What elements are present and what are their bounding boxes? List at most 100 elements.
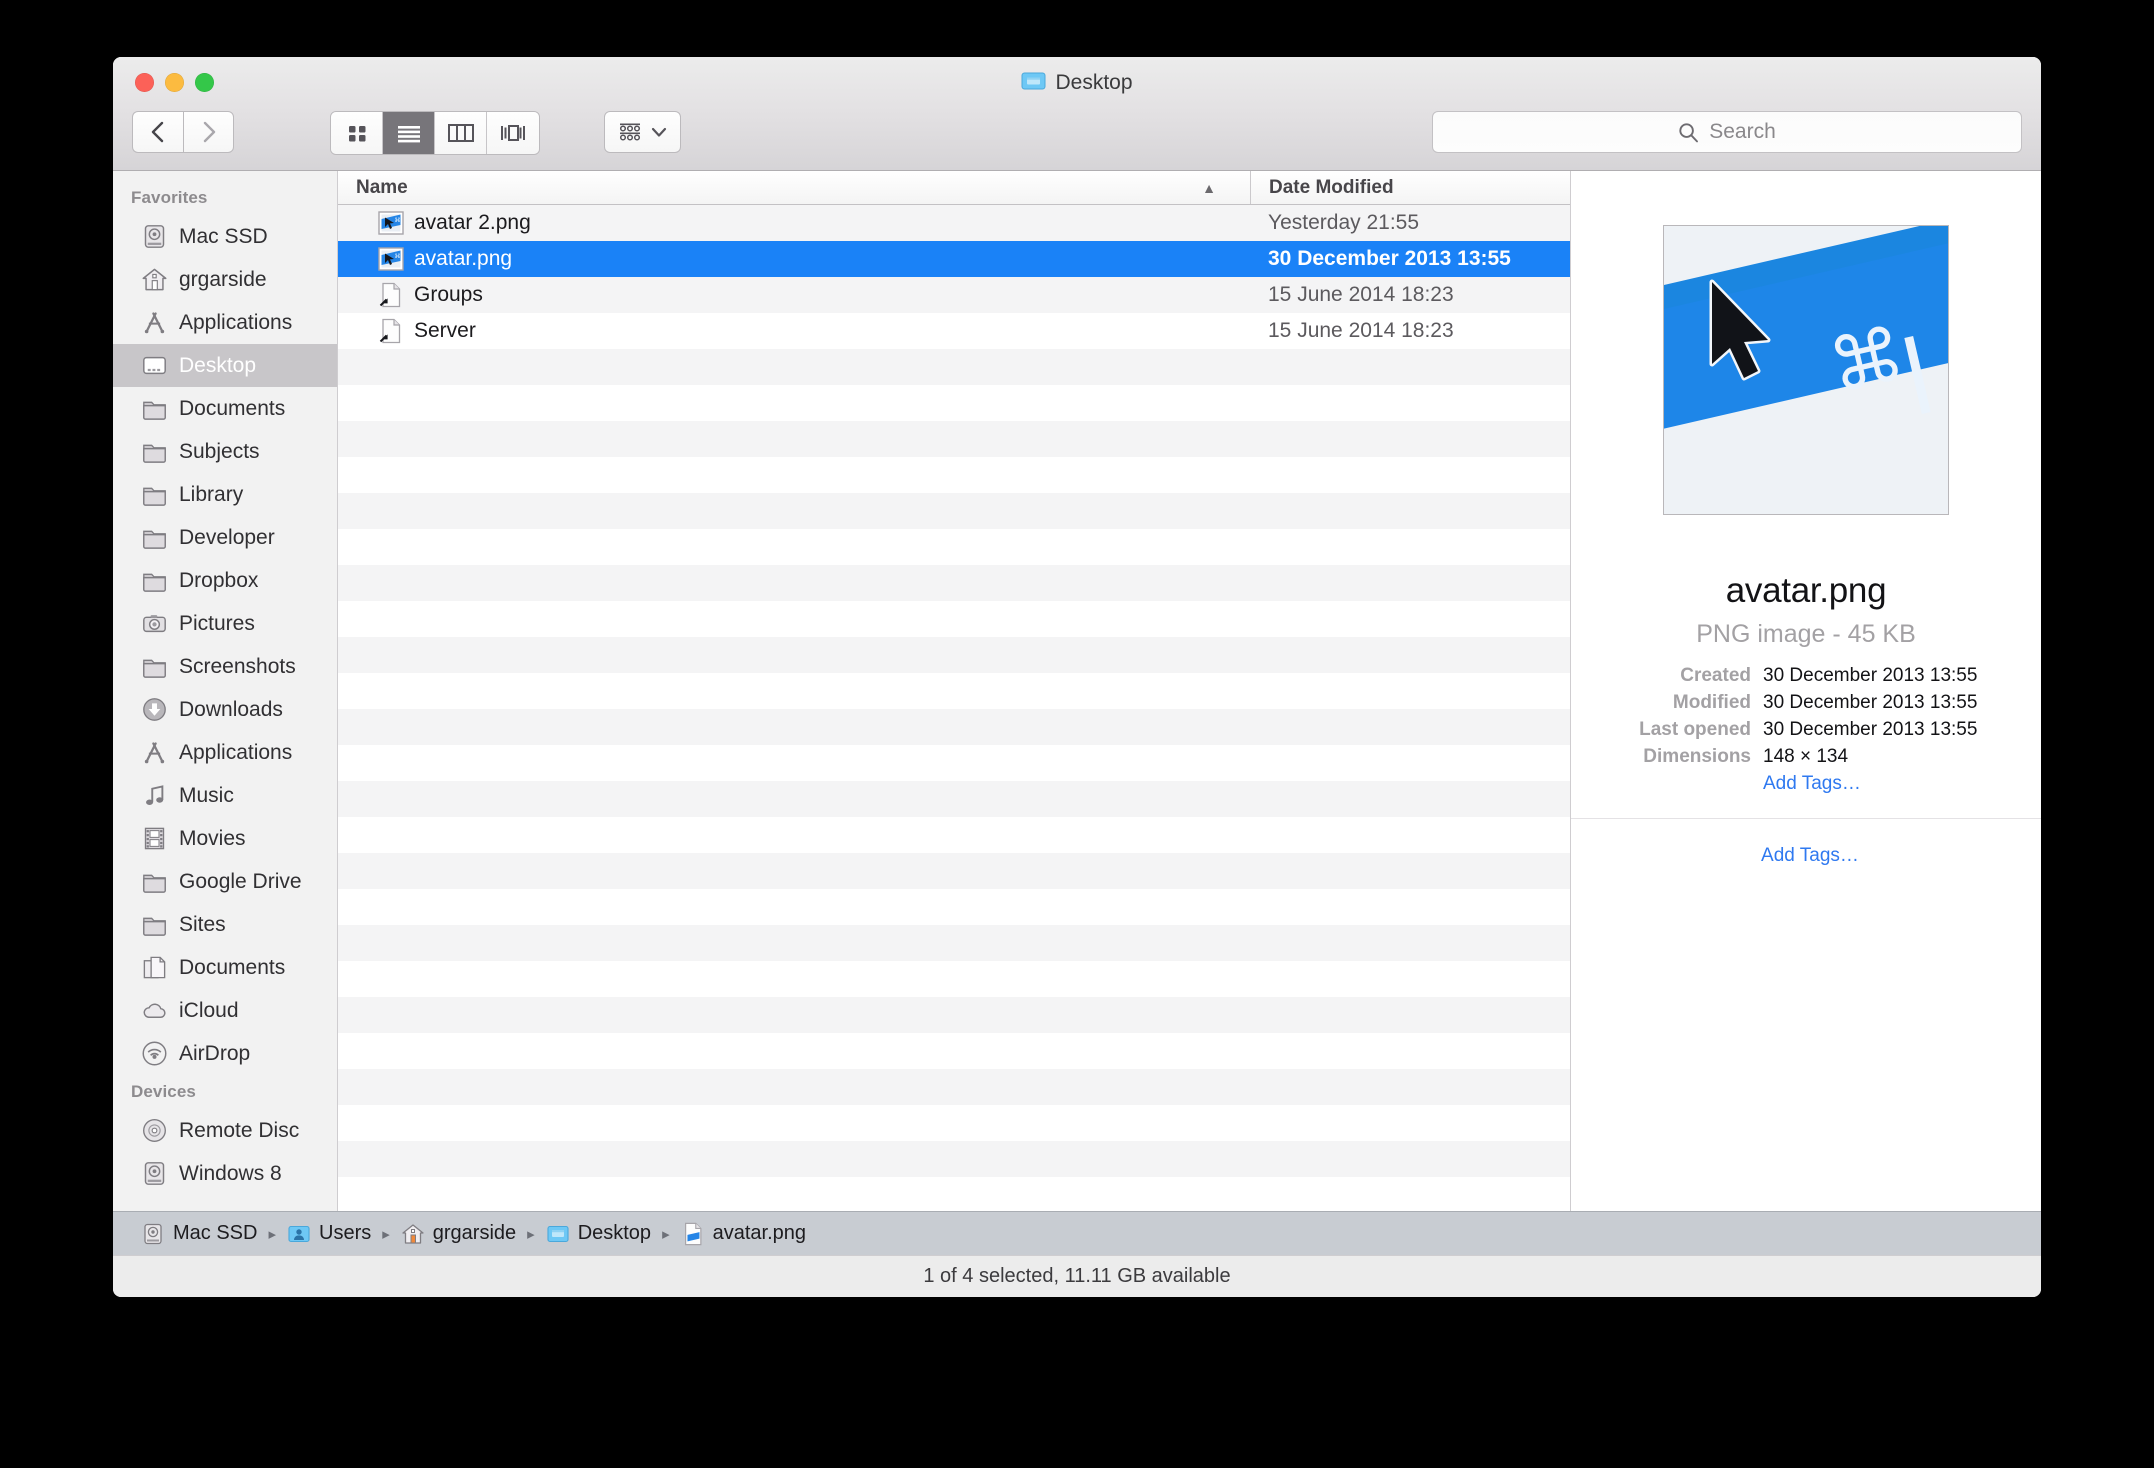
metadata-value: 30 December 2013 13:55 — [1763, 719, 1978, 740]
list-view-button[interactable] — [383, 112, 435, 154]
sidebar-item-label: Applications — [179, 310, 293, 334]
sidebar-item-icloud[interactable]: iCloud — [113, 989, 337, 1032]
sidebar-item-applications[interactable]: Applications — [113, 301, 337, 344]
airdrop-icon — [141, 1040, 168, 1067]
forward-button[interactable] — [183, 111, 234, 153]
table-row[interactable]: Groups 15 June 2014 18:23 — [338, 277, 1570, 313]
sidebar-item-pictures[interactable]: Pictures — [113, 602, 337, 645]
documents-icon — [141, 954, 168, 981]
window-body: Favorites Mac SSD grgarside Applications Des… — [113, 171, 2041, 1211]
breadcrumb-separator: ▸ — [268, 1225, 276, 1243]
alias-document-icon — [378, 318, 404, 344]
sidebar-item-remote-disc[interactable]: Remote Disc — [113, 1109, 337, 1152]
table-row[interactable]: ⌘ avatar.png 30 December 2013 13:55 — [338, 241, 1570, 277]
empty-row[interactable] — [338, 601, 1570, 637]
sidebar-item-grgarside[interactable]: grgarside — [113, 258, 337, 301]
window-toolbar: Desktop Search — [113, 57, 2041, 171]
preview-divider — [1571, 818, 2041, 819]
sidebar-item-downloads[interactable]: Downloads — [113, 688, 337, 731]
sidebar-item-subjects[interactable]: Subjects — [113, 430, 337, 473]
empty-row[interactable] — [338, 457, 1570, 493]
sidebar-item-label: Applications — [179, 740, 293, 764]
empty-row[interactable] — [338, 709, 1570, 745]
table-row[interactable]: Server 15 June 2014 18:23 — [338, 313, 1570, 349]
sidebar-item-music[interactable]: Music — [113, 774, 337, 817]
sidebar-item-label: Movies — [179, 826, 246, 850]
empty-row[interactable] — [338, 529, 1570, 565]
breadcrumb-users[interactable]: Users — [287, 1222, 371, 1246]
arrange-button[interactable] — [604, 111, 681, 153]
sidebar-item-desktop[interactable]: Desktop — [113, 344, 337, 387]
breadcrumb-mac-ssd[interactable]: Mac SSD — [141, 1222, 257, 1246]
avatar-png-preview: ⌘ — [1663, 225, 1949, 515]
icon-view-button[interactable] — [331, 112, 383, 154]
empty-row[interactable] — [338, 961, 1570, 997]
empty-row[interactable] — [338, 385, 1570, 421]
empty-row[interactable] — [338, 1069, 1570, 1105]
breadcrumb-desktop[interactable]: Desktop — [546, 1222, 651, 1246]
sidebar-item-google-drive[interactable]: Google Drive — [113, 860, 337, 903]
sidebar-item-airdrop[interactable]: AirDrop — [113, 1032, 337, 1075]
sidebar-item-sites[interactable]: Sites — [113, 903, 337, 946]
table-row[interactable]: ⌘ avatar 2.png Yesterday 21:55 — [338, 205, 1570, 241]
empty-row[interactable] — [338, 889, 1570, 925]
column-header-name[interactable]: Name ▲ — [338, 171, 1250, 204]
empty-row[interactable] — [338, 421, 1570, 457]
empty-row[interactable] — [338, 997, 1570, 1033]
metadata-row: Last opened 30 December 2013 13:55 — [1571, 719, 1999, 741]
users-folder-icon — [287, 1222, 311, 1246]
home-folder-icon — [401, 1222, 425, 1246]
breadcrumb-avatar-png[interactable]: avatar.png — [681, 1222, 806, 1246]
sidebar-item-movies[interactable]: Movies — [113, 817, 337, 860]
breadcrumb-separator: ▸ — [382, 1225, 390, 1243]
arrange-icon — [619, 123, 641, 141]
breadcrumb-separator: ▸ — [527, 1225, 535, 1243]
search-icon — [1679, 122, 1699, 142]
sidebar-item-documents[interactable]: Documents — [113, 946, 337, 989]
add-tags-link-secondary[interactable]: Add Tags… — [1753, 845, 1859, 867]
empty-row[interactable] — [338, 745, 1570, 781]
sort-ascending-icon: ▲ — [1202, 179, 1216, 196]
breadcrumb-label: grgarside — [432, 1222, 517, 1244]
empty-row[interactable] — [338, 781, 1570, 817]
folder-icon — [141, 395, 168, 422]
chevron-down-icon — [651, 127, 667, 137]
empty-row[interactable] — [338, 1105, 1570, 1141]
search-input[interactable]: Search — [1432, 111, 2022, 153]
empty-row[interactable] — [338, 1141, 1570, 1177]
list-icon — [397, 126, 420, 143]
column-header-row: Name ▲ Date Modified — [338, 171, 1570, 205]
sidebar-item-label: Library — [179, 482, 244, 506]
empty-row[interactable] — [338, 673, 1570, 709]
empty-row[interactable] — [338, 1177, 1570, 1211]
preview-filename: avatar.png — [1725, 571, 1887, 610]
back-button[interactable] — [132, 111, 183, 153]
sidebar-item-windows-8[interactable]: Windows 8 — [113, 1152, 337, 1195]
empty-row[interactable] — [338, 637, 1570, 673]
sidebar-item-dropbox[interactable]: Dropbox — [113, 559, 337, 602]
file-date-cell: Yesterday 21:55 — [1268, 211, 1420, 234]
column-header-date-label: Date Modified — [1269, 176, 1394, 198]
column-view-button[interactable] — [435, 112, 487, 154]
sidebar-item-applications[interactable]: Applications — [113, 731, 337, 774]
empty-row[interactable] — [338, 493, 1570, 529]
sidebar-item-documents[interactable]: Documents — [113, 387, 337, 430]
sidebar-item-mac-ssd[interactable]: Mac SSD — [113, 215, 337, 258]
svg-text:⌘: ⌘ — [395, 217, 401, 224]
empty-row[interactable] — [338, 925, 1570, 961]
add-tags-spacer — [1571, 773, 1763, 795]
empty-row[interactable] — [338, 817, 1570, 853]
sidebar-item-developer[interactable]: Developer — [113, 516, 337, 559]
empty-row[interactable] — [338, 853, 1570, 889]
empty-row[interactable] — [338, 565, 1570, 601]
add-tags-link[interactable]: Add Tags… — [1763, 773, 1861, 795]
breadcrumb-grgarside[interactable]: grgarside — [401, 1222, 516, 1246]
sidebar-item-label: Google Drive — [179, 869, 302, 893]
empty-row[interactable] — [338, 1033, 1570, 1069]
sidebar-item-screenshots[interactable]: Screenshots — [113, 645, 337, 688]
empty-row[interactable] — [338, 349, 1570, 385]
sidebar-item-library[interactable]: Library — [113, 473, 337, 516]
file-name-label: Server — [414, 319, 476, 342]
column-header-date[interactable]: Date Modified — [1250, 171, 1570, 204]
coverflow-view-button[interactable] — [487, 112, 539, 154]
